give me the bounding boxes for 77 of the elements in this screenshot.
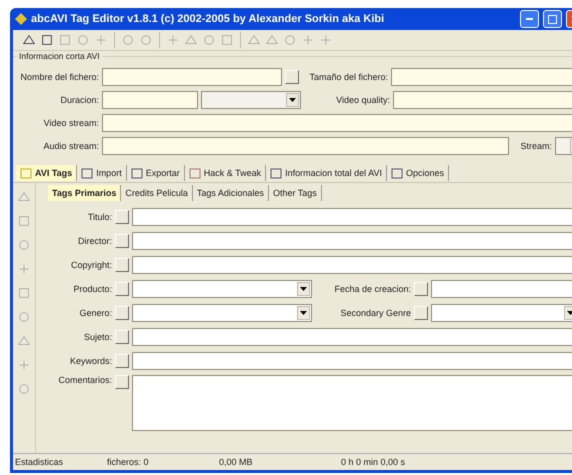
text-field[interactable]: [132, 352, 572, 370]
tab-icon: [20, 168, 32, 178]
text-field[interactable]: [102, 114, 572, 132]
tab-icon: [130, 168, 143, 178]
field-label: Keywords:: [68, 356, 112, 366]
field-button[interactable]: [115, 234, 129, 248]
tab[interactable]: Exportar: [126, 165, 185, 181]
field-label: Duracion:: [59, 95, 99, 105]
field-button[interactable]: [115, 330, 129, 344]
browse-button[interactable]: [285, 70, 299, 84]
field-label: Video stream:: [42, 118, 99, 128]
field-button[interactable]: [115, 210, 129, 224]
field-label: Genero:: [78, 308, 112, 318]
tab[interactable]: Opciones: [386, 165, 449, 181]
field-button[interactable]: [115, 282, 129, 296]
field-label: Nombre del fichero:: [19, 72, 99, 82]
field-button[interactable]: [115, 306, 129, 320]
field-label: Director:: [76, 236, 112, 246]
text-field[interactable]: [102, 137, 509, 155]
text-field[interactable]: [431, 280, 572, 298]
text-field[interactable]: [132, 208, 572, 226]
tab[interactable]: Informacion total del AVI: [266, 165, 387, 181]
text-field[interactable]: [391, 68, 572, 86]
tab[interactable]: Credits Pelicula: [121, 185, 193, 201]
tab[interactable]: Import: [77, 165, 127, 181]
tab[interactable]: Other Tags: [268, 185, 322, 201]
status-text: 0,00 MB: [218, 457, 254, 467]
tab-icon: [270, 168, 282, 178]
field-button[interactable]: [115, 354, 129, 368]
field-button[interactable]: [414, 306, 428, 320]
text-field[interactable]: [102, 68, 282, 86]
status-text: 0 h 0 min 0,00 s: [340, 457, 406, 467]
text-field[interactable]: [102, 91, 198, 109]
caret-icon[interactable]: [286, 93, 299, 107]
field-label: Producto:: [72, 284, 112, 294]
maximize-button[interactable]: [543, 10, 562, 28]
field-label: Secondary Genre: [339, 308, 411, 318]
minimize-icon: [526, 18, 533, 20]
field-label: Tamaño del fichero:: [308, 72, 388, 82]
text-field[interactable]: [393, 91, 572, 109]
tab-icon: [188, 168, 201, 178]
side-tool-icon[interactable]: [16, 381, 32, 397]
app-icon: [15, 13, 27, 25]
field-label: Titulo:: [86, 212, 112, 222]
maximize-icon: [548, 14, 557, 24]
field-button[interactable]: [414, 282, 428, 296]
text-field[interactable]: [132, 328, 572, 346]
caret-icon[interactable]: [297, 282, 310, 296]
field-label: Copyright:: [70, 260, 112, 270]
status-text: Estadisticas: [14, 457, 64, 467]
field-button[interactable]: [115, 375, 129, 389]
field-label: Comentarios:: [57, 375, 112, 385]
field-label: Fecha de creacion:: [333, 284, 411, 294]
side-tool-icon[interactable]: [16, 237, 32, 253]
tab-icon: [390, 168, 403, 178]
comment-field[interactable]: [132, 375, 572, 431]
field-label: Audio stream:: [42, 141, 99, 151]
field-label: Video quality:: [335, 95, 390, 105]
caret-icon[interactable]: [297, 306, 310, 320]
tab[interactable]: AVI Tags: [16, 165, 78, 181]
tab-icon: [81, 168, 94, 178]
field-label: Sujeto:: [82, 332, 112, 342]
tab[interactable]: Tags Adicionales: [192, 185, 269, 201]
side-tool-icon[interactable]: [16, 285, 32, 301]
tab[interactable]: Hack & Tweak: [184, 165, 266, 181]
side-tool-icon[interactable]: [16, 213, 32, 229]
status-text: ficheros: 0: [106, 457, 150, 467]
toolbar-icon[interactable]: [39, 32, 55, 48]
group-title: Informacion corta AVI: [17, 51, 102, 61]
field-label: Stream:: [519, 141, 552, 151]
minimize-button[interactable]: [520, 10, 539, 28]
text-field[interactable]: [132, 256, 572, 274]
field-button[interactable]: [115, 258, 129, 272]
window-title: abcAVI Tag Editor v1.8.1 (c) 2002-2005 by Alexander Sorkin aka Kibi: [31, 13, 386, 25]
side-tool-icon[interactable]: [16, 309, 32, 325]
tab[interactable]: Tags Primarios: [48, 185, 122, 201]
text-field[interactable]: [132, 232, 572, 250]
